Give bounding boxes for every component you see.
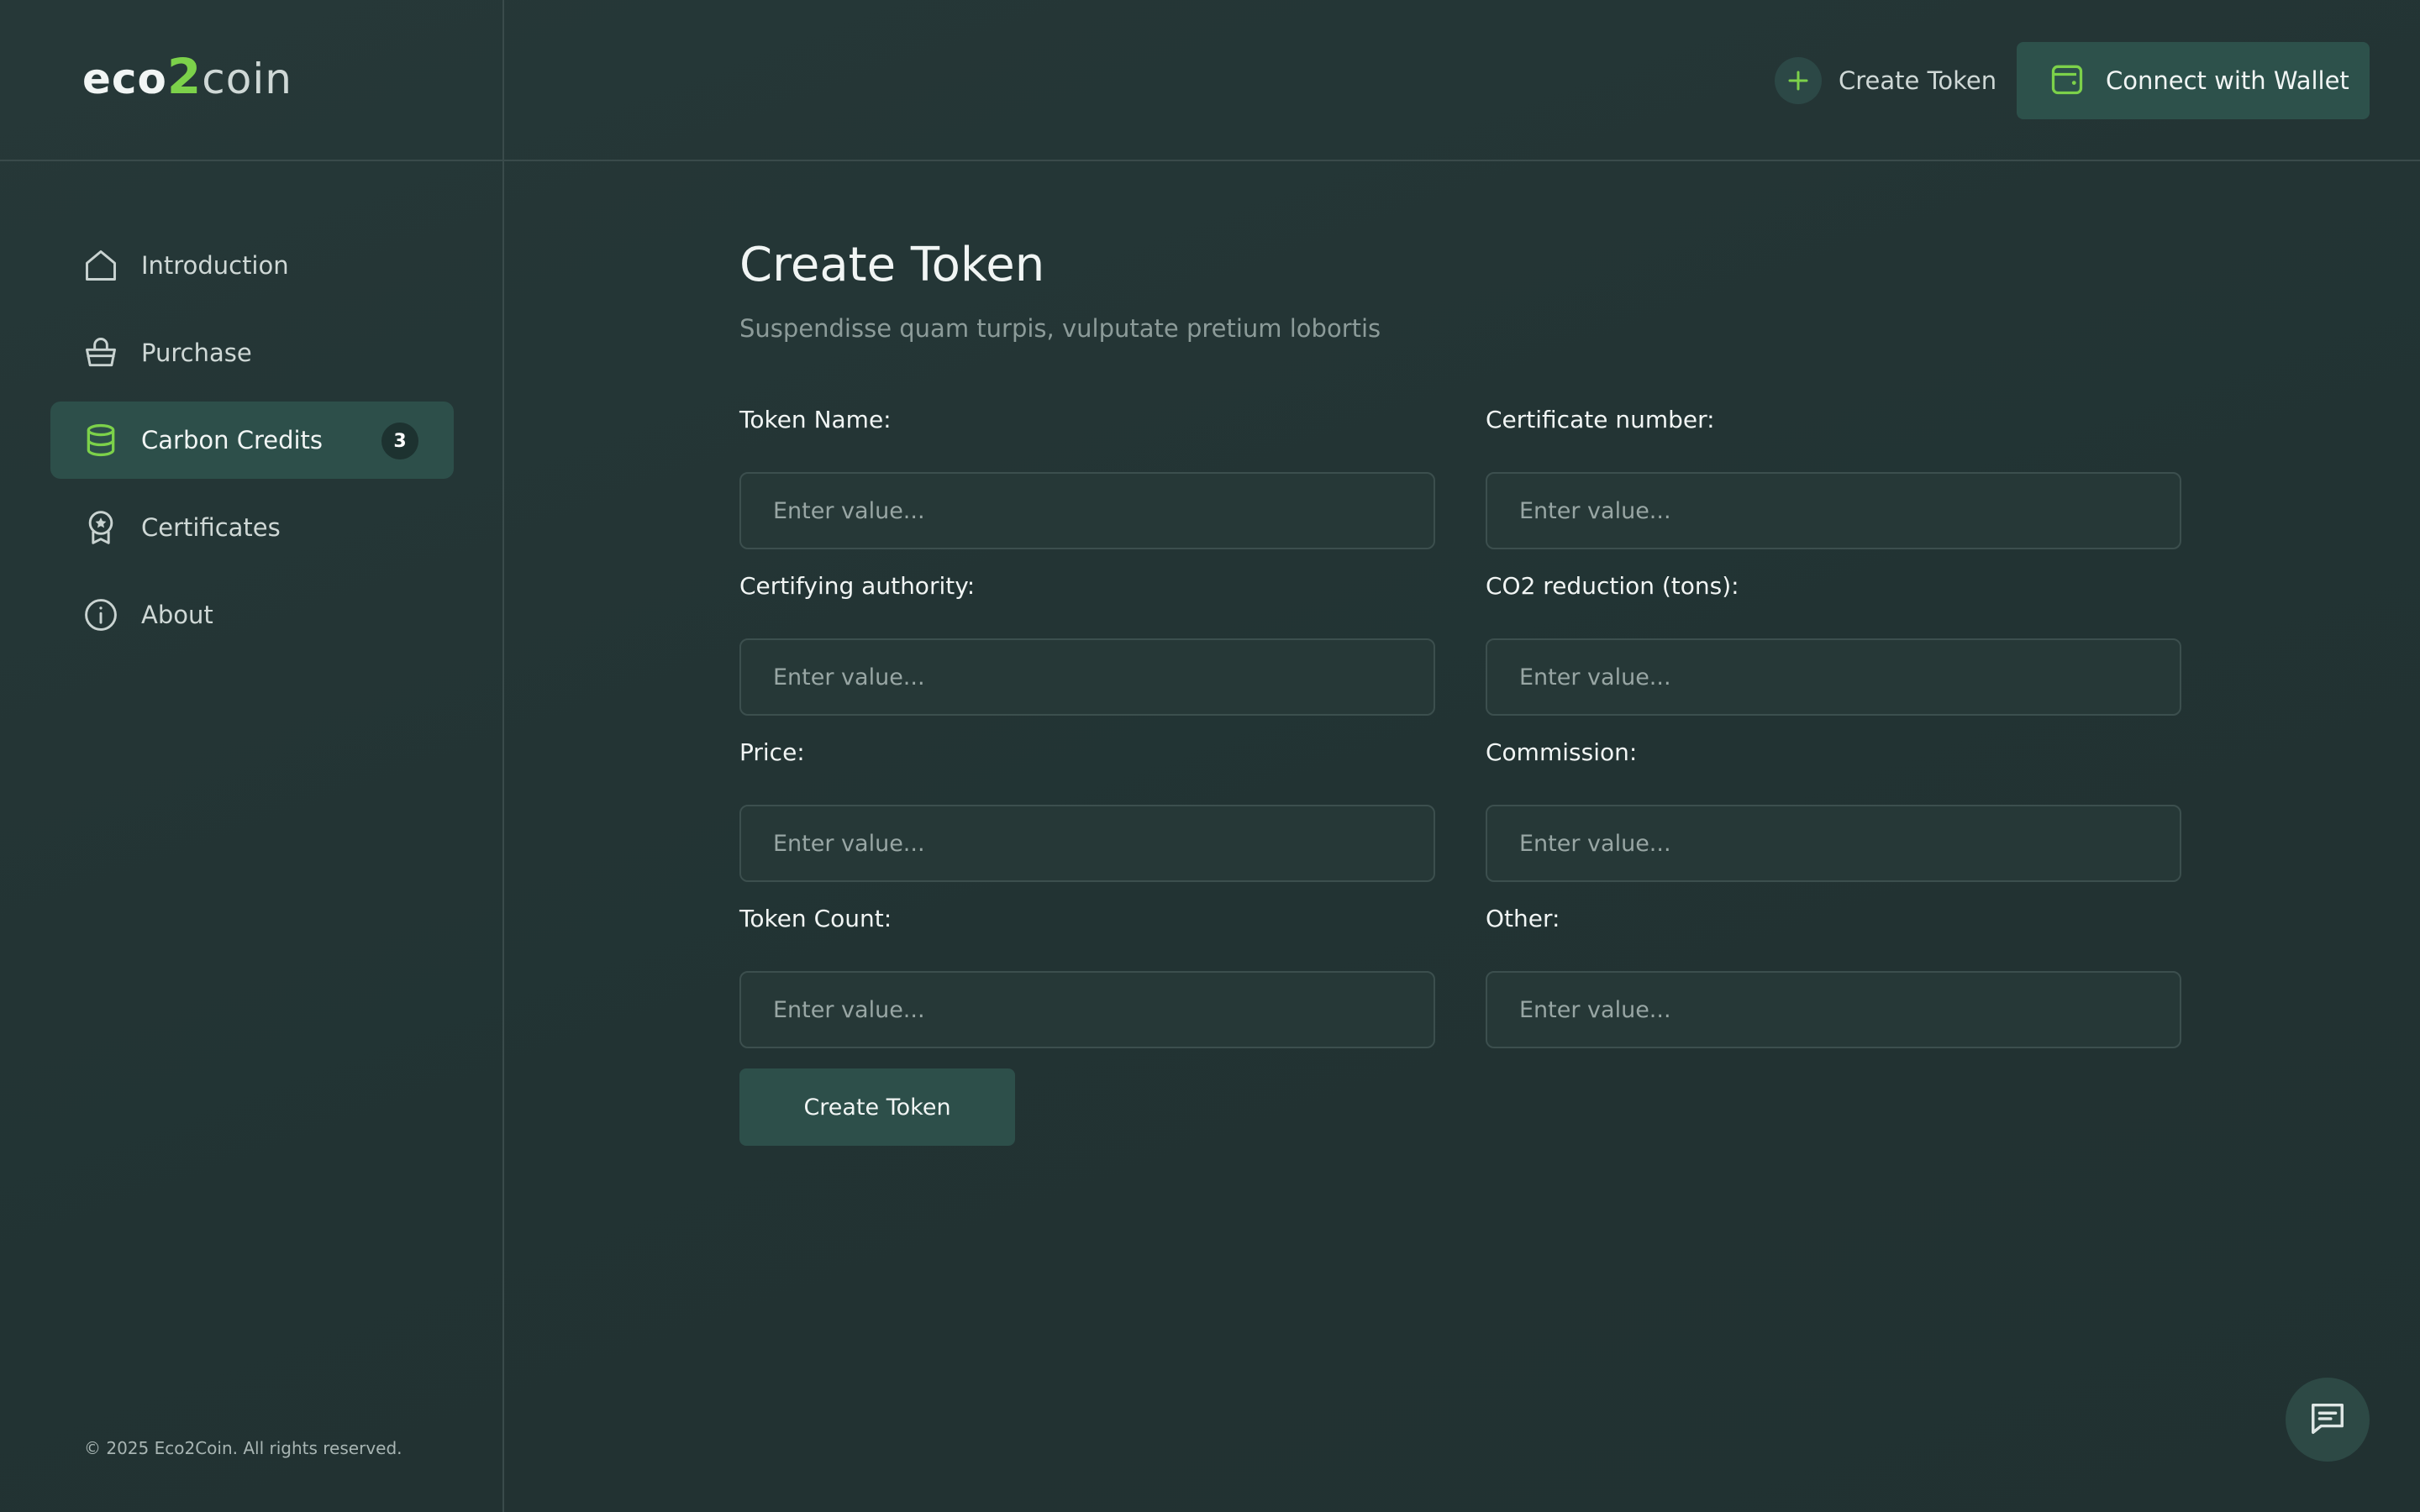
sidebar-item-introduction[interactable]: Introduction [50,227,454,304]
logo-part-2: 2 [166,48,203,105]
basket-icon [82,334,119,371]
field-certificate-number: Certificate number: [1486,403,2181,549]
field-certifying-authority: Certifying authority: [739,570,1435,716]
brand-logo[interactable]: eco2coin [82,50,292,105]
field-label: Token Count: [739,905,892,932]
logo-area: eco2coin [0,0,504,161]
sidebar-item-label: Purchase [141,339,252,367]
connect-wallet-button[interactable]: Connect with Wallet [2017,42,2370,119]
database-icon [82,422,119,459]
field-token-count: Token Count: [739,902,1435,1048]
sidebar-item-label: Carbon Credits [141,426,324,454]
info-icon [82,596,119,633]
create-token-link-label: Create Token [1839,66,1997,95]
copyright-text: © 2025 Eco2Coin. All rights reserved. [84,1438,402,1458]
plus-icon [1775,57,1822,104]
sidebar-item-label: About [141,601,213,629]
top-bar: Create Token Connect with Wallet [504,0,2420,161]
sidebar-item-label: Certificates [141,513,281,542]
commission-input[interactable] [1486,805,2181,882]
sidebar: eco2coin Introduction Purchase Carbon Cr… [0,0,504,1512]
chat-icon [2308,1399,2347,1441]
field-co2-reduction: CO2 reduction (tons): [1486,570,2181,716]
create-token-button[interactable]: Create Token [739,1068,1015,1146]
other-input[interactable] [1486,971,2181,1048]
field-label: Other: [1486,905,1560,932]
co2-reduction-input[interactable] [1486,638,2181,716]
wallet-icon [2049,60,2086,101]
token-count-input[interactable] [739,971,1435,1048]
logo-part-coin: coin [202,55,292,103]
field-label: Price: [739,738,805,766]
sidebar-item-about[interactable]: About [50,576,454,654]
field-label: Token Name: [739,406,892,433]
sidebar-item-certificates[interactable]: Certificates [50,489,454,566]
sidebar-nav: Introduction Purchase Carbon Credits 3 C… [50,227,454,664]
token-name-input[interactable] [739,472,1435,549]
create-token-link[interactable]: Create Token [1775,57,1996,104]
field-label: CO2 reduction (tons): [1486,572,1739,600]
logo-part-eco: eco [82,55,167,103]
page-subtitle: Suspendisse quam turpis, vulputate preti… [739,314,1381,343]
field-label: Certifying authority: [739,572,976,600]
price-input[interactable] [739,805,1435,882]
chat-button[interactable] [2286,1378,2370,1462]
page-title: Create Token [739,238,1045,292]
sidebar-item-label: Introduction [141,251,289,280]
home-icon [82,247,119,284]
sidebar-item-carbon-credits[interactable]: Carbon Credits 3 [50,402,454,479]
sidebar-item-purchase[interactable]: Purchase [50,314,454,391]
count-badge: 3 [381,423,418,459]
create-token-form: Create Token Suspendisse quam turpis, vu… [739,235,2185,1146]
field-commission: Commission: [1486,736,2181,882]
field-label: Commission: [1486,738,1638,766]
field-other: Other: [1486,902,2181,1048]
connect-wallet-label: Connect with Wallet [2106,66,2349,95]
certificate-number-input[interactable] [1486,472,2181,549]
field-label: Certificate number: [1486,406,1715,433]
field-price: Price: [739,736,1435,882]
award-icon [82,509,119,546]
app-root: eco2coin Introduction Purchase Carbon Cr… [0,0,2420,1512]
certifying-authority-input[interactable] [739,638,1435,716]
field-token-name: Token Name: [739,403,1435,549]
